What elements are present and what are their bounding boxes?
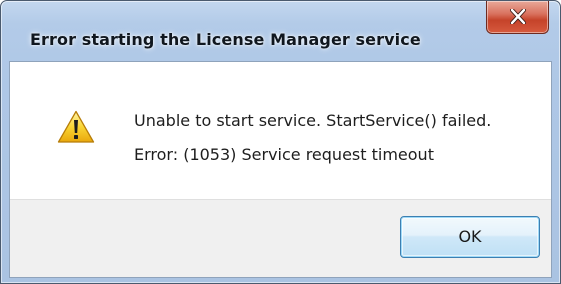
- title-bar[interactable]: Error starting the License Manager servi…: [1, 1, 560, 61]
- error-dialog-window: Error starting the License Manager servi…: [0, 0, 561, 284]
- message-area: Unable to start service. StartService() …: [10, 62, 551, 199]
- dialog-body: Unable to start service. StartService() …: [9, 61, 552, 278]
- error-message-detail: Error: (1053) Service request timeout: [134, 145, 434, 164]
- error-message-primary: Unable to start service. StartService() …: [134, 111, 492, 130]
- close-x-icon: [510, 9, 526, 24]
- button-bar: OK: [10, 199, 551, 277]
- warning-icon: [57, 110, 95, 143]
- ok-button[interactable]: OK: [400, 216, 540, 258]
- close-button[interactable]: [486, 1, 549, 34]
- dialog-title: Error starting the License Manager servi…: [30, 30, 421, 49]
